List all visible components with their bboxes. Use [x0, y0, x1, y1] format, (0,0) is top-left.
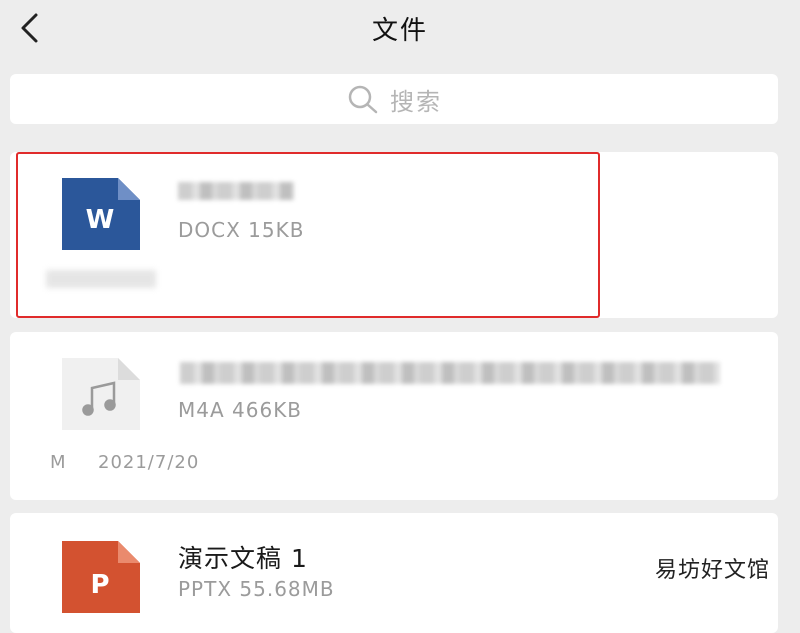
blurred-file-source [46, 270, 156, 288]
file-source: M [50, 452, 67, 473]
word-icon-letter: W [86, 205, 115, 235]
word-document-icon: W [62, 178, 140, 250]
file-item-docx[interactable]: W DOCX 15KB [10, 152, 778, 318]
page-title: 文件 [371, 16, 428, 46]
search-bar[interactable]: 搜索 [10, 74, 778, 124]
search-placeholder: 搜索 [390, 87, 442, 116]
app-header: 文件 [0, 0, 800, 60]
file-date: 2021/7/20 [98, 452, 200, 473]
ppt-icon-letter: P [90, 570, 109, 600]
file-item-m4a[interactable]: M4A 466KB M 2021/7/20 [10, 332, 778, 500]
music-file-icon [62, 358, 140, 430]
watermark-text: 易坊好文馆 [648, 550, 776, 586]
file-meta: DOCX 15KB [178, 218, 305, 242]
file-name: 演示文稿 1 [178, 544, 308, 573]
file-meta: PPTX 55.68MB [178, 577, 335, 601]
search-icon [348, 85, 378, 114]
blurred-file-name [178, 182, 294, 200]
powerpoint-document-icon: P [62, 541, 140, 613]
file-meta: M4A 466KB [178, 398, 303, 422]
file-footer: M 2021/7/20 [50, 452, 199, 473]
blurred-file-name [180, 362, 720, 384]
